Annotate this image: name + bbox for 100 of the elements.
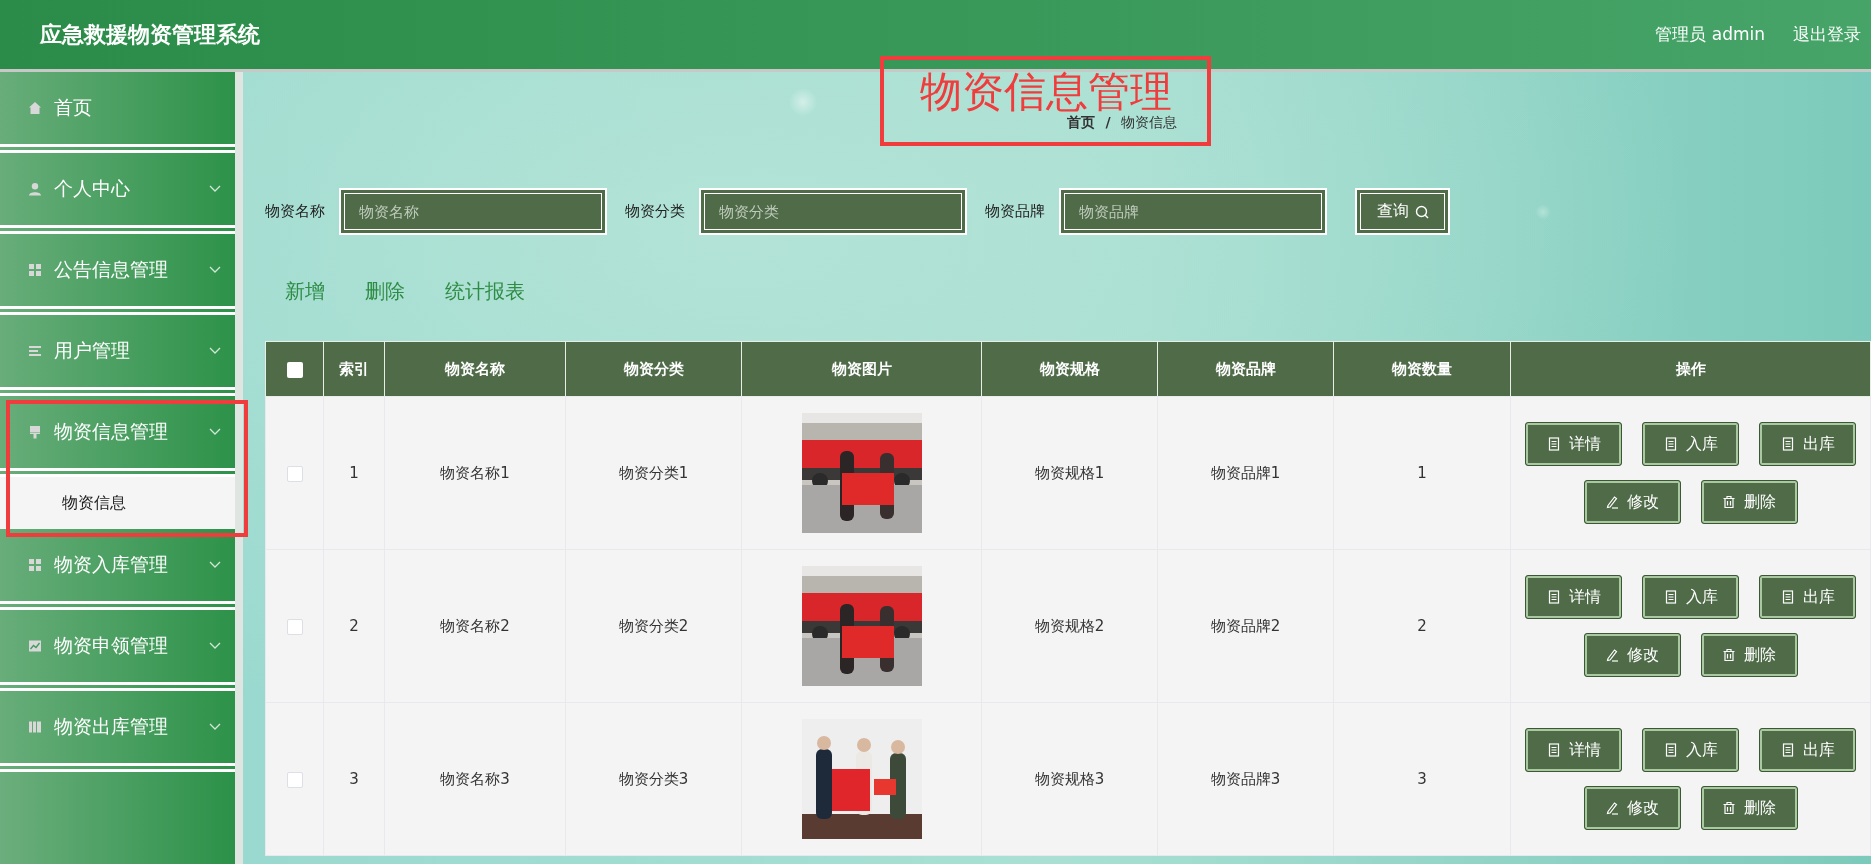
breadcrumb-separator: / bbox=[1105, 114, 1111, 132]
list-icon bbox=[28, 344, 42, 358]
sidebar-item[interactable]: 公告信息管理 bbox=[0, 234, 235, 315]
table-cell: 物资规格3 bbox=[981, 702, 1158, 856]
table-cell: 物资分类3 bbox=[565, 702, 742, 856]
search-field[interactable]: 物资分类 bbox=[699, 188, 967, 235]
row-action-button[interactable]: 出库 bbox=[1759, 575, 1856, 619]
breadcrumb-link[interactable]: 首页 bbox=[1067, 114, 1096, 136]
chevron-icon bbox=[209, 561, 221, 569]
field-label: 物资分类 bbox=[625, 202, 685, 221]
document-icon bbox=[1780, 437, 1795, 451]
row-action-button[interactable]: 详情 bbox=[1525, 728, 1622, 772]
pencil-icon bbox=[1605, 648, 1619, 662]
select-all-checkbox[interactable] bbox=[286, 361, 303, 378]
document-icon bbox=[1663, 590, 1678, 604]
table-cell: 物资规格2 bbox=[981, 549, 1158, 703]
sidebar-item[interactable]: 物资申领管理 bbox=[0, 610, 235, 691]
sidebar-label: 用户管理 bbox=[54, 338, 131, 363]
logout-link[interactable]: 退出登录 bbox=[1793, 23, 1861, 46]
row-action-button[interactable]: 修改 bbox=[1583, 480, 1681, 524]
submenu-item[interactable]: 物资信息 bbox=[0, 477, 235, 529]
field-label: 物资品牌 bbox=[985, 202, 1045, 221]
row-action-button[interactable]: 详情 bbox=[1525, 422, 1622, 466]
document-icon bbox=[1663, 437, 1678, 451]
chart-icon bbox=[28, 639, 42, 653]
chevron-icon bbox=[209, 266, 221, 274]
table-cell: 3 bbox=[323, 702, 385, 856]
trash-icon bbox=[1722, 495, 1736, 509]
row-checkbox[interactable] bbox=[286, 771, 303, 788]
table-cell: 物资名称1 bbox=[384, 396, 566, 550]
table-cell: 物资名称2 bbox=[384, 549, 566, 703]
sidebar-label: 个人中心 bbox=[54, 176, 131, 201]
field-label: 物资名称 bbox=[265, 202, 325, 221]
table-cell: 物资分类1 bbox=[565, 396, 742, 550]
book-icon bbox=[28, 720, 42, 734]
row-action-button[interactable]: 详情 bbox=[1525, 575, 1622, 619]
document-icon bbox=[1780, 743, 1795, 757]
user-label: 管理员 admin bbox=[1655, 23, 1765, 46]
table-cell: 2 bbox=[323, 549, 385, 703]
sidebar-label: 物资入库管理 bbox=[54, 552, 169, 577]
row-action-button[interactable]: 删除 bbox=[1700, 480, 1798, 524]
document-icon bbox=[1546, 743, 1561, 757]
table-cell: 物资分类2 bbox=[565, 549, 742, 703]
grid-icon bbox=[28, 263, 42, 277]
grid-icon bbox=[28, 558, 42, 572]
chevron-icon bbox=[209, 723, 221, 731]
search-field[interactable]: 物资名称 bbox=[339, 188, 607, 235]
row-action-button[interactable]: 出库 bbox=[1759, 728, 1856, 772]
document-icon bbox=[1546, 590, 1561, 604]
row-action-button[interactable]: 删除 bbox=[1700, 633, 1798, 677]
row-action-button[interactable]: 入库 bbox=[1642, 422, 1739, 466]
row-action-button[interactable]: 入库 bbox=[1642, 575, 1739, 619]
breadcrumb-current: 物资信息 bbox=[1120, 114, 1177, 132]
sidebar-label: 物资申领管理 bbox=[54, 633, 169, 658]
table-cell: 物资品牌1 bbox=[1157, 396, 1334, 550]
table-cell: 物资品牌2 bbox=[1157, 549, 1334, 703]
sidebar-label: 物资出库管理 bbox=[54, 714, 169, 739]
row-action-button[interactable]: 入库 bbox=[1642, 728, 1739, 772]
document-icon bbox=[1546, 437, 1561, 451]
column-header: 物资规格 bbox=[981, 341, 1158, 397]
column-header: 物资数量 bbox=[1333, 341, 1511, 397]
search-icon bbox=[1414, 204, 1429, 219]
column-header: 物资分类 bbox=[565, 341, 742, 397]
row-action-button[interactable]: 修改 bbox=[1583, 786, 1681, 830]
row-action-button[interactable]: 删除 bbox=[1700, 786, 1798, 830]
sidebar-label: 首页 bbox=[54, 95, 93, 120]
table-cell: 物资名称3 bbox=[384, 702, 566, 856]
trash-icon bbox=[1722, 801, 1736, 815]
pencil-icon bbox=[1605, 801, 1619, 815]
sidebar-label: 公告信息管理 bbox=[54, 257, 169, 282]
column-header: 操作 bbox=[1510, 341, 1871, 397]
row-checkbox[interactable] bbox=[286, 618, 303, 635]
user-icon bbox=[28, 182, 42, 196]
column-header: 物资名称 bbox=[384, 341, 566, 397]
document-icon bbox=[1780, 590, 1795, 604]
search-button[interactable]: 查询 bbox=[1355, 188, 1450, 235]
chevron-icon bbox=[209, 347, 221, 355]
table-cell: 物资规格1 bbox=[981, 396, 1158, 550]
sidebar-item[interactable]: 物资入库管理 bbox=[0, 529, 235, 610]
row-checkbox[interactable] bbox=[286, 465, 303, 482]
sidebar-item[interactable]: 物资信息管理 bbox=[0, 396, 235, 477]
chevron-icon bbox=[209, 185, 221, 193]
table-cell: 1 bbox=[1333, 396, 1511, 550]
chevron-icon bbox=[209, 642, 221, 650]
sidebar-item[interactable]: 用户管理 bbox=[0, 315, 235, 396]
pencil-icon bbox=[1605, 495, 1619, 509]
document-icon bbox=[1663, 743, 1678, 757]
column-header: 物资图片 bbox=[741, 341, 982, 397]
column-header: 物资品牌 bbox=[1157, 341, 1334, 397]
table-cell: 物资品牌3 bbox=[1157, 702, 1334, 856]
search-field[interactable]: 物资品牌 bbox=[1059, 188, 1327, 235]
sidebar-item[interactable]: 个人中心 bbox=[0, 153, 235, 234]
app-title: 应急救援物资管理系统 bbox=[40, 20, 261, 49]
home-icon bbox=[28, 101, 42, 115]
sidebar-item[interactable]: 物资出库管理 bbox=[0, 691, 235, 772]
row-action-button[interactable]: 出库 bbox=[1759, 422, 1856, 466]
trash-icon bbox=[1722, 648, 1736, 662]
sidebar-item[interactable]: 首页 bbox=[0, 72, 235, 153]
action-link[interactable]: 新增 bbox=[285, 277, 325, 305]
row-action-button[interactable]: 修改 bbox=[1583, 633, 1681, 677]
